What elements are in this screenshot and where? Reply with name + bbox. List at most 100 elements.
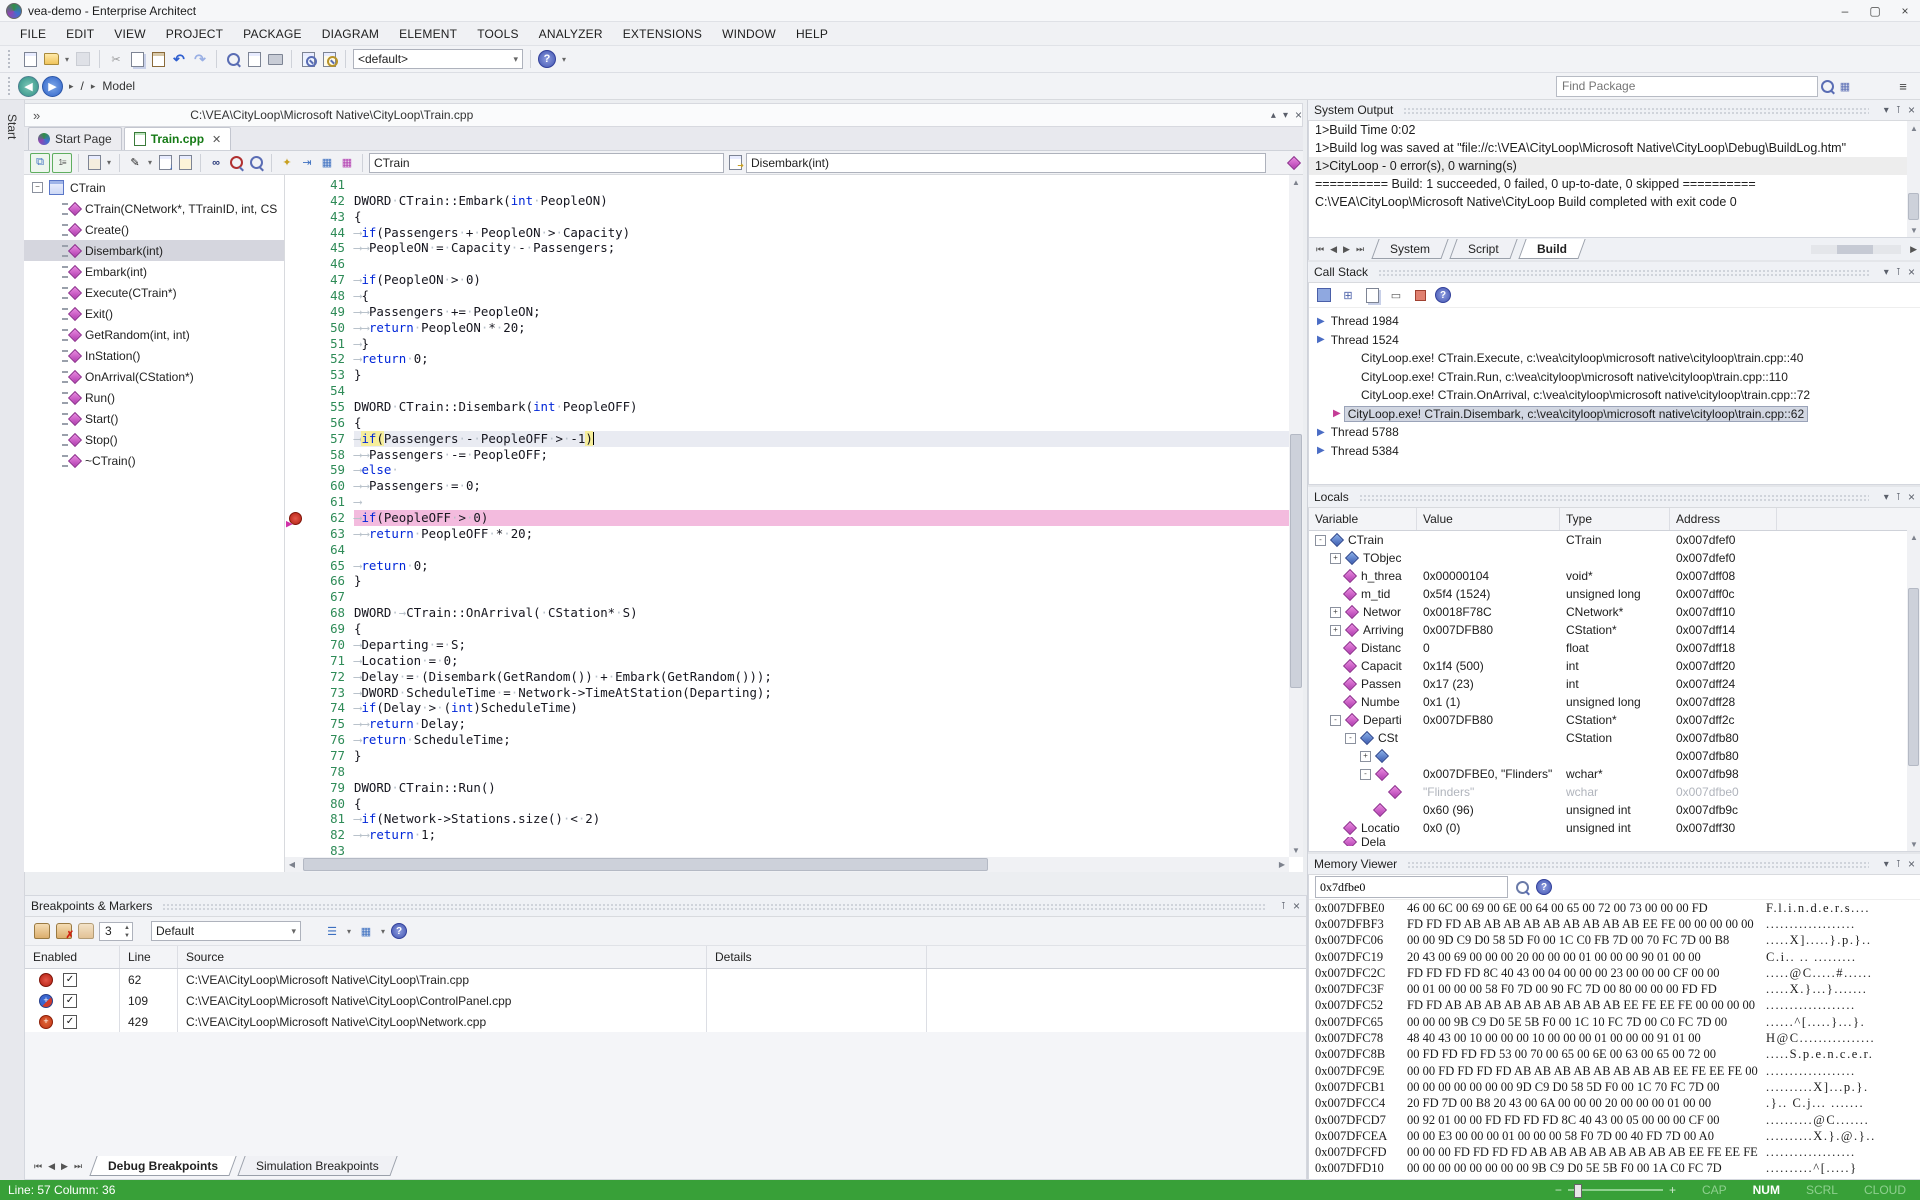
expand-icon[interactable]: +: [1330, 625, 1341, 636]
memory-help-icon[interactable]: ?: [1536, 879, 1552, 895]
find-package-input[interactable]: [1556, 76, 1818, 97]
search-options-icon[interactable]: [1818, 77, 1836, 95]
locals-row[interactable]: Locatio0x0 (0)unsigned int0x007dff30: [1309, 819, 1920, 837]
code-line-42[interactable]: 42DWORD·CTrain::Embark(int·PeopleON): [285, 193, 1289, 209]
tree-item-member[interactable]: Embark(int): [24, 261, 284, 282]
properties-dropdown-icon[interactable]: ▾: [105, 154, 113, 172]
breakpoint-margin[interactable]: [285, 367, 311, 383]
breakpoint-margin[interactable]: [285, 320, 311, 336]
zoom-slider[interactable]: [1568, 1189, 1663, 1191]
find-binoculars-icon[interactable]: ∞: [207, 154, 225, 172]
breakpoint-margin[interactable]: ▶: [285, 510, 311, 526]
grid-view-icon[interactable]: ▦: [318, 154, 336, 172]
redo-icon[interactable]: ↷: [191, 50, 209, 68]
locals-row[interactable]: Distanc0float0x007dff18: [1309, 639, 1920, 657]
column-header-value[interactable]: Value: [1417, 508, 1560, 530]
code-line-52[interactable]: 52⟶return·0;: [285, 351, 1289, 367]
zoom-out-icon[interactable]: −: [1555, 1183, 1562, 1197]
breadcrumb-root[interactable]: /: [81, 79, 84, 93]
breakpoint-row[interactable]: ✓62C:\VEA\CityLoop\Microsoft Native\City…: [25, 969, 1306, 990]
locals-row[interactable]: -0x007DFBE0, "Flinders"wchar*0x007dfb98: [1309, 765, 1920, 783]
locals-row[interactable]: Passen0x17 (23)int0x007dff24: [1309, 675, 1920, 693]
pin-icon[interactable]: ⊺: [1896, 105, 1901, 116]
code-line-70[interactable]: 70⟶Departing·=·S;: [285, 637, 1289, 653]
locals-row[interactable]: Numbe0x1 (1)unsigned long0x007dff28: [1309, 693, 1920, 711]
breakpoint-margin[interactable]: [285, 415, 311, 431]
chevron-up-icon[interactable]: ▴: [1271, 110, 1276, 121]
help-icon[interactable]: ?: [538, 50, 556, 68]
tree-item-member[interactable]: GetRandom(int, int): [24, 324, 284, 345]
breakpoint-margin[interactable]: [285, 478, 311, 494]
tree-root-ctrain[interactable]: −CTrain: [24, 177, 284, 198]
close-panel-icon[interactable]: ×: [1908, 103, 1915, 117]
breakpoint-margin[interactable]: [285, 256, 311, 272]
breakpoints-help-icon[interactable]: ?: [391, 923, 407, 939]
zoom-in-icon[interactable]: +: [1669, 1183, 1676, 1197]
element-browser-icon[interactable]: [1285, 154, 1303, 172]
tree-item-member[interactable]: OnArrival(CStation*): [24, 366, 284, 387]
breakpoint-margin[interactable]: [285, 462, 311, 478]
pin-icon[interactable]: ⊺: [1896, 859, 1901, 870]
locals-row[interactable]: m_tid0x5f4 (1524)unsigned long0x007dff0c: [1309, 585, 1920, 603]
column-header-line[interactable]: Line: [120, 946, 178, 968]
breakpoint-margin[interactable]: [285, 827, 311, 843]
breakpoint-margin[interactable]: [285, 637, 311, 653]
collapse-icon[interactable]: -: [1360, 769, 1371, 780]
system-output-scrollbar[interactable]: ▲ ▼: [1907, 121, 1920, 237]
breakpoint-margin[interactable]: [285, 225, 311, 241]
locals-row[interactable]: -CStCStation0x007dfb80: [1309, 729, 1920, 747]
call-stack-frame[interactable]: CityLoop.exe! CTrain.OnArrival, c:\vea\c…: [1309, 386, 1920, 405]
code-line-65[interactable]: 65⟶return·0;: [285, 558, 1289, 574]
breakpoint-margin[interactable]: [285, 272, 311, 288]
breakpoint-margin[interactable]: [285, 573, 311, 589]
code-line-75[interactable]: 75⟶⟶return·Delay;: [285, 716, 1289, 732]
search-in-files-icon[interactable]: [227, 154, 245, 172]
breakpoint-row[interactable]: +✓109C:\VEA\CityLoop\Microsoft Native\Ci…: [25, 990, 1306, 1011]
breakpoint-margin[interactable]: [285, 764, 311, 780]
cut-icon[interactable]: ✂: [107, 50, 125, 68]
breakpoint-enabled-checkbox[interactable]: ✓: [63, 1015, 77, 1029]
locals-row[interactable]: h_threa0x00000104void*0x007dff08: [1309, 567, 1920, 585]
breakpoint-margin[interactable]: [285, 843, 311, 857]
breakpoint-margin[interactable]: [285, 811, 311, 827]
code-editor[interactable]: 4142DWORD·CTrain::Embark(int·PeopleON)43…: [285, 175, 1303, 872]
code-line-78[interactable]: 78: [285, 764, 1289, 780]
close-tab-icon[interactable]: ✕: [212, 133, 221, 146]
code-line-64[interactable]: 64: [285, 542, 1289, 558]
status-toggle-cloud[interactable]: CLOUD: [1864, 1183, 1906, 1197]
default-combo[interactable]: <default>▾: [353, 49, 523, 69]
code-line-66[interactable]: 66}: [285, 573, 1289, 589]
code-line-53[interactable]: 53}: [285, 367, 1289, 383]
breakpoint-margin[interactable]: [285, 494, 311, 510]
menu-item-edit[interactable]: EDIT: [56, 24, 104, 44]
breakpoint-margin[interactable]: [285, 399, 311, 415]
collapse-icon[interactable]: −: [32, 182, 43, 193]
column-header-variable[interactable]: Variable: [1309, 508, 1417, 530]
open-dropdown-icon[interactable]: ▾: [63, 50, 71, 68]
code-line-74[interactable]: 74⟶if(Delay·>·(int)ScheduleTime): [285, 700, 1289, 716]
collapse-icon[interactable]: -: [1330, 715, 1341, 726]
print-icon[interactable]: [266, 50, 284, 68]
copy-icon[interactable]: [128, 50, 146, 68]
disable-all-breakpoints-icon[interactable]: [77, 922, 95, 940]
pin-icon[interactable]: ⊺: [1281, 901, 1286, 912]
copy-stack-icon[interactable]: [1363, 286, 1381, 304]
menu-item-package[interactable]: PACKAGE: [233, 24, 312, 44]
tree-item-member[interactable]: ~CTrain(): [24, 450, 284, 471]
breadcrumb[interactable]: Model: [102, 79, 135, 93]
window-menu-icon[interactable]: ▾: [1884, 859, 1889, 870]
class-selector-combo[interactable]: CTrain: [369, 153, 724, 173]
locals-row[interactable]: Dela: [1309, 837, 1920, 846]
code-line-47[interactable]: 47⟶if(PeopleON·>·0): [285, 272, 1289, 288]
breakpoint-margin[interactable]: [285, 526, 311, 542]
code-line-58[interactable]: 58⟶⟶Passengers·-=·PeopleOFF;: [285, 447, 1289, 463]
breakpoint-margin[interactable]: [285, 716, 311, 732]
member-selector-combo[interactable]: Disembark(int): [746, 153, 1266, 173]
code-line-48[interactable]: 48⟶{: [285, 288, 1289, 304]
code-line-51[interactable]: 51⟶}: [285, 336, 1289, 352]
collapse-icon[interactable]: ▭: [1387, 286, 1405, 304]
hamburger-menu-icon[interactable]: ≡: [1894, 77, 1912, 95]
breakpoint-margin[interactable]: [285, 336, 311, 352]
chevron-down-icon[interactable]: ▾: [1283, 110, 1288, 121]
tabstrip-scroll-right-icon[interactable]: ▶: [1910, 244, 1917, 255]
